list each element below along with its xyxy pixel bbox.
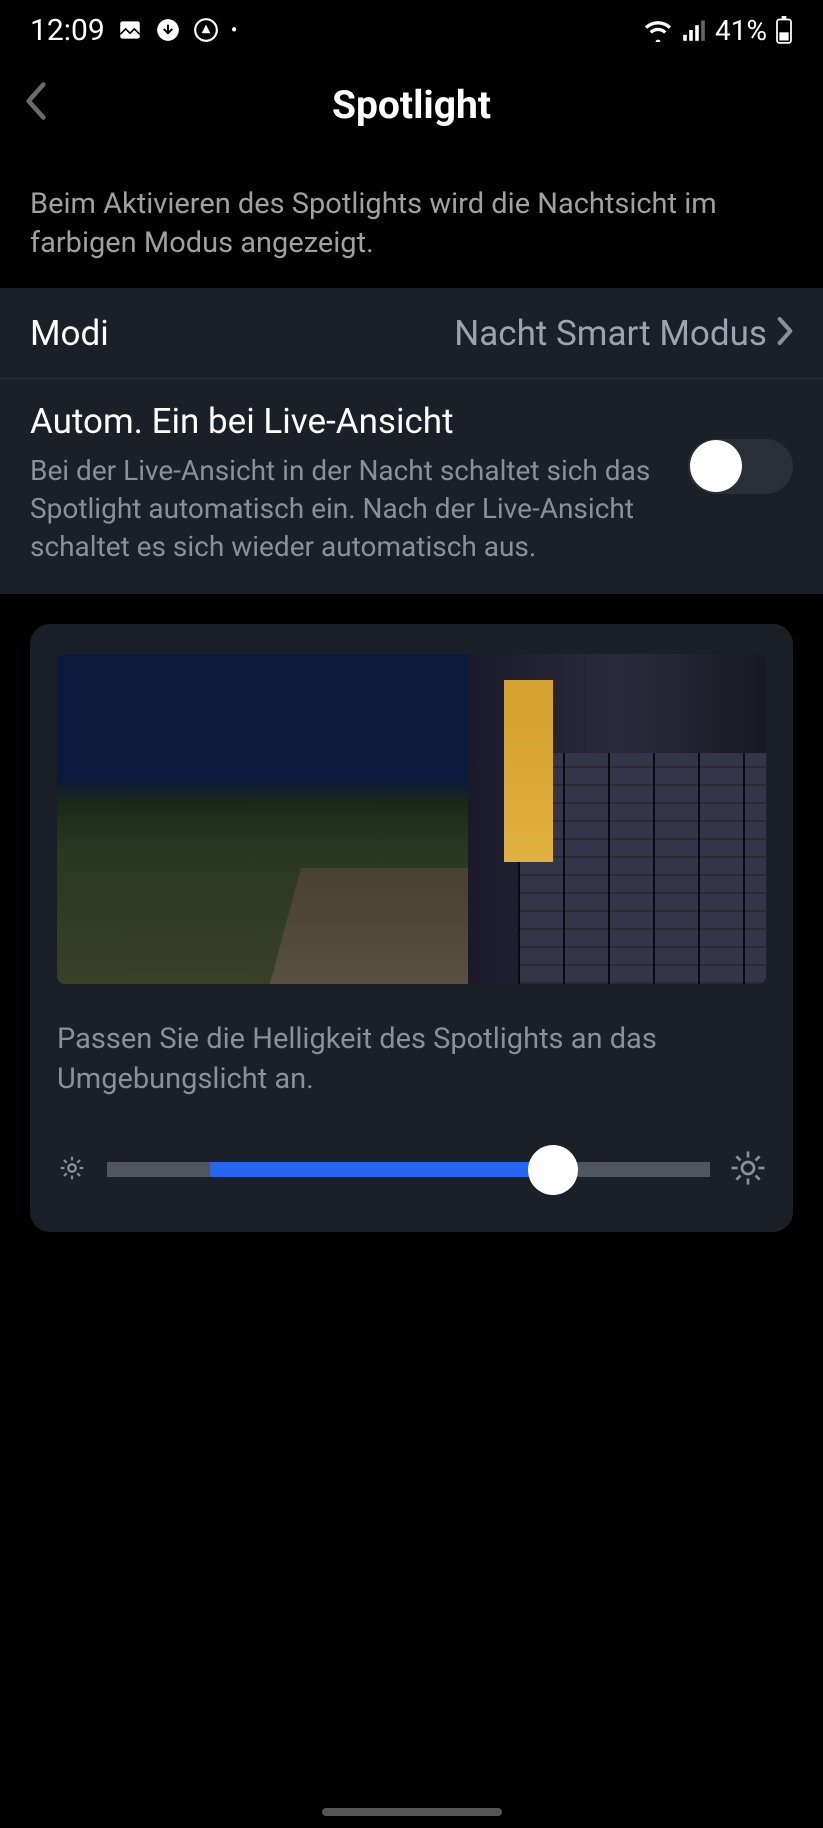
brightness-low-icon bbox=[57, 1153, 87, 1187]
gallery-icon bbox=[117, 17, 143, 43]
mode-row[interactable]: Modi Nacht Smart Modus bbox=[0, 288, 823, 379]
mode-label: Modi bbox=[30, 313, 109, 354]
slider-thumb[interactable] bbox=[528, 1145, 578, 1195]
page-title: Spotlight bbox=[332, 82, 491, 128]
brightness-card: Passen Sie die Helligkeit des Spotlights… bbox=[30, 624, 793, 1232]
status-left: 12:09 • bbox=[30, 13, 237, 48]
update-icon bbox=[193, 17, 219, 43]
settings-panel: Modi Nacht Smart Modus Autom. Ein bei Li… bbox=[0, 288, 823, 593]
auto-live-title: Autom. Ein bei Live-Ansicht bbox=[30, 401, 668, 442]
home-indicator[interactable] bbox=[322, 1808, 502, 1816]
status-time: 12:09 bbox=[30, 13, 105, 48]
mode-value-wrap: Nacht Smart Modus bbox=[454, 312, 793, 354]
download-icon bbox=[155, 17, 181, 43]
slider-track bbox=[107, 1162, 710, 1177]
brightness-description: Passen Sie die Helligkeit des Spotlights… bbox=[57, 1019, 766, 1100]
brightness-slider[interactable] bbox=[107, 1161, 710, 1179]
brightness-high-icon bbox=[730, 1150, 766, 1190]
status-right: 41% bbox=[643, 14, 793, 47]
status-bar: 12:09 • 41% bbox=[0, 0, 823, 60]
battery-icon bbox=[775, 16, 793, 44]
back-button[interactable] bbox=[25, 79, 47, 131]
slider-fill bbox=[210, 1162, 554, 1177]
brightness-slider-row bbox=[57, 1150, 766, 1190]
camera-preview bbox=[57, 654, 766, 984]
header: Spotlight bbox=[0, 60, 823, 150]
battery-text: 41% bbox=[715, 14, 767, 47]
signal-icon bbox=[681, 18, 707, 42]
dot-icon: • bbox=[231, 18, 238, 42]
page-description: Beim Aktivieren des Spotlights wird die … bbox=[0, 150, 823, 288]
toggle-knob bbox=[690, 440, 742, 492]
auto-live-row: Autom. Ein bei Live-Ansicht Bei der Live… bbox=[0, 379, 823, 593]
auto-live-description: Bei der Live-Ansicht in der Nacht schalt… bbox=[30, 452, 668, 565]
wifi-icon bbox=[643, 18, 673, 42]
auto-live-toggle[interactable] bbox=[688, 439, 793, 494]
mode-value: Nacht Smart Modus bbox=[454, 313, 767, 354]
chevron-right-icon bbox=[777, 312, 793, 354]
